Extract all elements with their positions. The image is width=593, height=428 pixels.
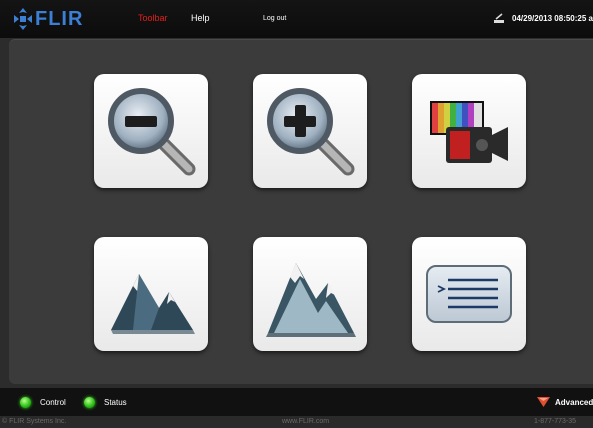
top-bar: FLIR Toolbar Help Log out 04/29/2013 08:… xyxy=(0,0,593,38)
nav-help[interactable]: Help xyxy=(191,13,210,23)
status-label: Status xyxy=(104,398,127,407)
zoom-out-icon xyxy=(108,88,196,176)
status-indicator xyxy=(84,397,95,408)
flir-emblem-icon xyxy=(14,8,32,30)
website-link[interactable]: www.FLIR.com xyxy=(282,418,329,425)
copyright-text: © FLIR Systems Inc. xyxy=(2,418,67,425)
status-bar: Control Status Advanced xyxy=(0,388,593,416)
color-palette-button[interactable] xyxy=(412,74,526,188)
brightness-down-button[interactable] xyxy=(94,237,208,351)
menu-button[interactable] xyxy=(412,237,526,351)
logo-text: FLIR xyxy=(35,7,84,30)
mountain-icon xyxy=(111,274,195,334)
color-palette-camera-icon xyxy=(430,101,508,163)
footer: © FLIR Systems Inc. www.FLIR.com 1-877-7… xyxy=(0,416,593,428)
zoom-out-button[interactable] xyxy=(94,74,208,188)
clock-icon xyxy=(494,13,504,23)
nav-toolbar[interactable]: Toolbar xyxy=(138,13,168,23)
advanced-triangle-icon[interactable] xyxy=(537,396,550,408)
advanced-button[interactable]: Advanced xyxy=(555,398,593,407)
brightness-up-button[interactable] xyxy=(253,237,367,351)
control-label: Control xyxy=(40,398,66,407)
nav-log-out[interactable]: Log out xyxy=(263,15,286,22)
phone-number: 1-877-773-35 xyxy=(534,418,577,425)
zoom-in-button[interactable] xyxy=(253,74,367,188)
mountain-enhance-icon xyxy=(266,263,356,337)
menu-list-icon xyxy=(426,265,512,323)
zoom-in-icon xyxy=(267,88,355,176)
control-indicator xyxy=(20,397,31,408)
datetime-display: 04/29/2013 08:50:25 a xyxy=(512,14,593,23)
flir-logo: FLIR xyxy=(14,7,83,31)
